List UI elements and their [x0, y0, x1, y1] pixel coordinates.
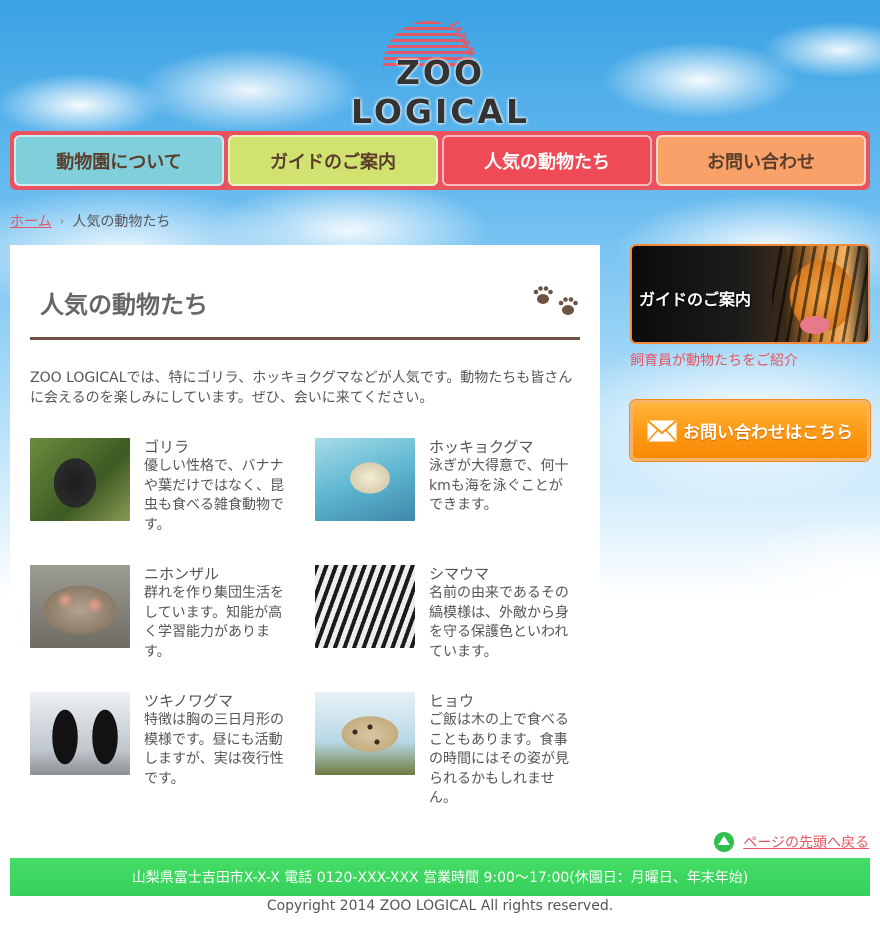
guide-banner[interactable]: ガイドのご案内: [630, 244, 870, 344]
breadcrumb-separator: ›: [59, 214, 65, 228]
animal-description: 群れを作り集団生活をしています。知能が高く学習能力があります。: [144, 585, 284, 660]
tiger-mouth: [800, 316, 830, 334]
intro-text: ZOO LOGICALでは、特にゴリラ、ホッキョクグマなどが人気です。動物たちも…: [30, 370, 573, 406]
animal-card-polar-bear: ホッキョクグマ 泳ぎが大得意で、何十kmも海を泳ぐことができます。: [315, 438, 580, 535]
animal-name: ツキノワグマ: [144, 692, 233, 710]
global-nav: 動物園について ガイドのご案内 人気の動物たち お問い合わせ: [10, 131, 870, 190]
animal-description: 特徴は胸の三日月形の模様です。昼にも活動しますが、実は夜行性です。: [144, 712, 284, 787]
animal-card-moon-bear: ツキノワグマ 特徴は胸の三日月形の模様です。昼にも活動しますが、実は夜行性です。: [30, 692, 315, 809]
logo-text: ZOO LOGICAL: [350, 53, 531, 131]
footer-info: 山梨県富士吉田市X-X-X 電話 0120-XXX-XXX 営業時間 9:00～…: [131, 870, 749, 886]
moon-bear-photo: [30, 692, 130, 775]
page-title: 人気の動物たち: [40, 291, 208, 319]
footer-info-bar: 山梨県富士吉田市X-X-X 電話 0120-XXX-XXX 営業時間 9:00～…: [10, 858, 870, 896]
breadcrumb-home-link[interactable]: ホーム: [10, 211, 52, 231]
animal-card-leopard: ヒョウ ご飯は木の上で食べることもあります。食事の時間にはその姿が見られるかもし…: [315, 692, 580, 809]
mail-icon: [647, 419, 677, 442]
animal-name: ヒョウ: [429, 692, 475, 710]
main-content: 人気の動物たち ZOO LOGICALでは、特にゴリラ、ホッキョクグマなどが人気…: [10, 245, 600, 806]
animal-description: 名前の由来であるその縞模様は、外敵から身を守る保護色といわれています。: [429, 585, 569, 660]
back-to-top-link[interactable]: ページの先頭へ戻る: [713, 831, 869, 853]
site-logo[interactable]: JAPAN ZOO LOGICAL: [318, 18, 563, 131]
nav-item-guide[interactable]: ガイドのご案内: [228, 135, 438, 186]
paw-print-icon: [533, 286, 578, 315]
animal-list: ゴリラ 優しい性格で、バナナや葉だけではなく、昆虫も食べる雑食動物です。 ホッキ…: [30, 438, 580, 809]
leopard-photo: [315, 692, 415, 775]
page-title-row: 人気の動物たち: [30, 245, 580, 340]
nav-item-about[interactable]: 動物園について: [14, 135, 224, 186]
breadcrumb-current: 人気の動物たち: [72, 214, 171, 230]
arrow-up-icon: [714, 832, 735, 852]
animal-description: ご飯は木の上で食べることもあります。食事の時間にはその姿が見られるかもしれません…: [429, 712, 569, 806]
contact-button[interactable]: お問い合わせはこちら: [630, 400, 870, 461]
guide-banner-label: ガイドのご案内: [639, 290, 752, 309]
nav-item-contact[interactable]: お問い合わせ: [656, 135, 866, 186]
animal-name: ゴリラ: [144, 438, 190, 456]
breadcrumb: ホーム › 人気の動物たち: [10, 211, 170, 231]
zebra-photo: [315, 565, 415, 648]
animal-card-gorilla: ゴリラ 優しい性格で、バナナや葉だけではなく、昆虫も食べる雑食動物です。: [30, 438, 315, 535]
animal-card-japanese-macaque: ニホンザル 群れを作り集団生活をしています。知能が高く学習能力があります。: [30, 565, 315, 662]
nav-item-popular-animals[interactable]: 人気の動物たち: [442, 135, 652, 186]
contact-button-label: お問い合わせはこちら: [683, 423, 853, 443]
animal-name: ホッキョクグマ: [429, 438, 534, 456]
back-to-top-label: ページの先頭へ戻る: [743, 835, 869, 851]
polar-bear-photo: [315, 438, 415, 521]
japanese-macaque-photo: [30, 565, 130, 648]
animal-name: ニホンザル: [144, 565, 220, 583]
copyright: Copyright 2014 ZOO LOGICAL All rights re…: [266, 898, 614, 914]
guide-caption: 飼育員が動物たちをご紹介: [630, 353, 798, 369]
animal-description: 泳ぎが大得意で、何十kmも海を泳ぐことができます。: [429, 458, 569, 513]
animal-description: 優しい性格で、バナナや葉だけではなく、昆虫も食べる雑食動物です。: [144, 458, 284, 533]
animal-name: シマウマ: [429, 565, 490, 583]
animal-card-zebra: シマウマ 名前の由来であるその縞模様は、外敵から身を守る保護色といわれています。: [315, 565, 580, 662]
gorilla-photo: [30, 438, 130, 521]
